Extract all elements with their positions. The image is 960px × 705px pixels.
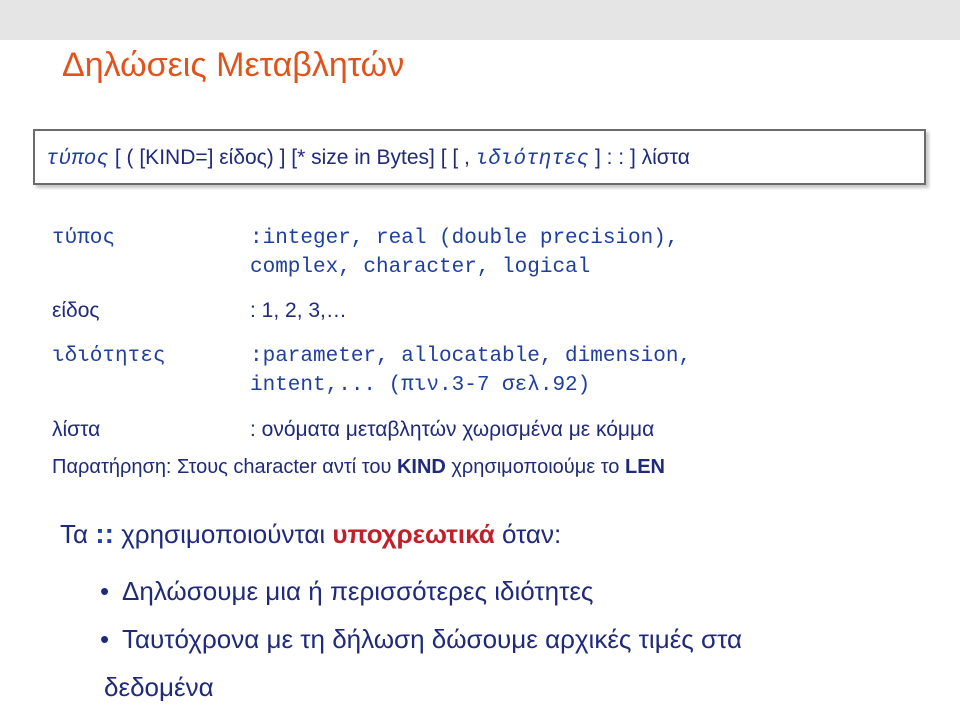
row-label-kind: είδος (52, 299, 100, 322)
syntax-attributes: ιδιότητες (475, 148, 590, 171)
syntax-line: τύπος [ ( [KIND=] είδος) ] [* size in By… (46, 146, 690, 171)
must-colons: :: (95, 518, 114, 549)
row-label-list: λίστα (52, 418, 101, 441)
row-value-type-line2: complex, character, logical (250, 256, 591, 279)
slide-title: Δηλώσεις Μεταβλητών (62, 46, 405, 84)
note-len: LEN (624, 456, 665, 478)
bullet-text: Ταυτόχρονα με τη δήλωση δώσουμε αρχικές … (122, 624, 743, 654)
bullet-continuation: δεδομένα (104, 672, 214, 702)
must-emphasis: υποχρεωτικά (332, 519, 495, 549)
syntax-kind-size: [ ( [KIND=] είδος) ] [* size in Bytes] [… (109, 146, 476, 169)
syntax-type: τύπος (46, 148, 110, 171)
note-kind: KIND (396, 456, 446, 478)
double-colon-rule: Τα :: χρησιμοποιούνται υποχρεωτικά όταν: (60, 518, 561, 550)
must-prefix: Τα (60, 519, 96, 549)
row-value-attributes-line2: intent,... (πιν.3-7 σελ.92) (250, 374, 591, 397)
note-line: Παρατήρηση: Στους character αντί του KIN… (52, 456, 665, 479)
row-value-attributes-line1: :parameter, allocatable, dimension, (250, 345, 692, 368)
bullet-item: • Δηλώσουμε μια ή περισσότερες ιδιότητες (100, 576, 593, 607)
must-suffix: όταν: (494, 519, 562, 549)
row-label-type: τύπος (52, 227, 116, 250)
note-middle: χρησιμοποιούμε το (445, 456, 625, 478)
row-value-kind: : 1, 2, 3,… (250, 299, 347, 322)
top-bar (0, 0, 960, 40)
must-middle: χρησιμοποιούνται (113, 519, 333, 549)
bullet-icon: • (100, 576, 110, 606)
bullet-icon: • (100, 624, 110, 654)
note-prefix: Παρατήρηση: Στους character αντί του (52, 456, 397, 478)
bullet-text: Δηλώσουμε μια ή περισσότερες ιδιότητες (122, 576, 594, 606)
row-value-list: : ονόματα μεταβλητών χωρισμένα με κόμμα (250, 418, 655, 441)
syntax-list: ] : : ] λίστα (589, 146, 690, 169)
row-value-type: :integer, real (double precision), compl… (250, 224, 678, 282)
row-value-attributes: :parameter, allocatable, dimension, inte… (250, 342, 691, 400)
row-label-attributes: ιδιότητες (52, 345, 166, 368)
row-value-type-line1: :integer, real (double precision), (250, 227, 679, 250)
bullet-item: • Ταυτόχρονα με τη δήλωση δώσουμε αρχικές… (100, 624, 742, 655)
